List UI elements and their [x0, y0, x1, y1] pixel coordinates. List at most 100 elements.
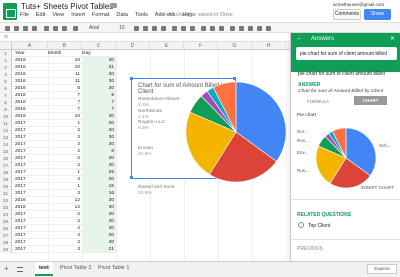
table-cell[interactable]: 2017 [12, 190, 48, 197]
table-cell[interactable]: 30 [82, 225, 116, 232]
column-header-g[interactable]: G [218, 42, 252, 50]
account-email[interactable]: acmetheuser@gmail.com [333, 2, 384, 7]
sheet-tab-pivot-1[interactable]: Pivot Table 1 [94, 262, 133, 276]
row-header[interactable]: 19 [0, 176, 12, 183]
font-size-select[interactable]: 10 [119, 25, 125, 31]
table-cell[interactable]: 21 [82, 246, 116, 253]
chart-tab[interactable]: CHART [354, 96, 387, 105]
table-cell[interactable]: 1 [48, 183, 82, 190]
menu-insert[interactable]: Insert [71, 12, 85, 18]
table-cell[interactable]: 30 [82, 113, 116, 120]
functions-icon[interactable] [266, 26, 271, 31]
table-cell[interactable]: 7 [48, 92, 82, 99]
row-header[interactable]: 14 [0, 141, 12, 148]
table-cell[interactable]: 30 [82, 120, 116, 127]
table-cell[interactable]: 1 [48, 120, 82, 127]
table-cell[interactable]: 2 [48, 211, 82, 218]
row-header[interactable]: 1 [0, 50, 12, 57]
table-cell[interactable]: 2 [48, 162, 82, 169]
explore-button[interactable]: Explore [367, 264, 397, 274]
table-cell[interactable]: 2016 [12, 106, 48, 113]
row-header[interactable]: 7 [0, 92, 12, 99]
sheet-tab-pivot-2[interactable]: Pivot Table 2 [56, 262, 95, 276]
table-cell[interactable]: 2017 [12, 232, 48, 239]
align-icon[interactable] [201, 26, 206, 31]
column-header-h[interactable]: H [252, 42, 286, 50]
table-cell[interactable]: 2017 [12, 211, 48, 218]
decimal-icon[interactable] [62, 26, 67, 31]
column-header-d[interactable]: D [116, 42, 150, 50]
italic-icon[interactable] [143, 26, 148, 31]
table-cell[interactable]: 10 [48, 64, 82, 71]
number-format-icon[interactable] [73, 26, 78, 31]
table-cell[interactable]: 2017 [12, 183, 48, 190]
previous-button[interactable]: PREVIOUS [297, 246, 323, 252]
table-cell[interactable]: 30 [82, 134, 116, 141]
bold-icon[interactable] [134, 26, 139, 31]
table-cell[interactable]: 3 [48, 190, 82, 197]
table-cell[interactable]: 2017 [12, 169, 48, 176]
table-cell[interactable]: 30 [82, 211, 116, 218]
row-header[interactable]: 8 [0, 99, 12, 106]
all-sheets-icon[interactable] [17, 267, 23, 272]
row-header[interactable]: 10 [0, 113, 12, 120]
row-header[interactable]: 26 [0, 225, 12, 232]
table-cell[interactable]: 2016 [12, 99, 48, 106]
table-cell[interactable]: 30 [82, 176, 116, 183]
table-cell[interactable]: 2016 [12, 197, 48, 204]
undo-icon[interactable] [14, 26, 19, 31]
answers-query-input[interactable]: pie chart for sum of client amount bille… [296, 47, 397, 60]
resize-handle[interactable] [130, 77, 133, 80]
sheet-tab-test[interactable]: test [35, 262, 53, 276]
table-cell[interactable]: 2016 [12, 64, 48, 71]
table-cell[interactable]: 30 [82, 239, 116, 246]
add-sheet-icon[interactable]: + [4, 265, 9, 273]
text-color-icon[interactable] [161, 26, 166, 31]
menu-view[interactable]: View [52, 12, 64, 18]
table-cell[interactable]: 1 [48, 169, 82, 176]
header-cell[interactable]: Month [48, 50, 82, 57]
table-cell[interactable]: 7 [48, 106, 82, 113]
sheets-logo-icon[interactable] [3, 3, 17, 20]
close-icon[interactable]: ✕ [390, 35, 395, 42]
formula-bar[interactable]: fx [0, 33, 290, 42]
table-cell[interactable]: 16 [82, 183, 116, 190]
table-cell[interactable]: 30 [82, 85, 116, 92]
table-cell[interactable]: 11 [48, 71, 82, 78]
row-header[interactable]: 13 [0, 134, 12, 141]
strikethrough-icon[interactable] [152, 26, 157, 31]
table-cell[interactable]: 30 [82, 155, 116, 162]
column-header-f[interactable]: F [184, 42, 218, 50]
table-cell[interactable]: 2017 [12, 176, 48, 183]
select-all-corner[interactable] [0, 42, 12, 50]
table-cell[interactable]: 2017 [12, 148, 48, 155]
table-cell[interactable]: 30 [82, 197, 116, 204]
comments-button[interactable]: Comments [333, 9, 361, 20]
table-cell[interactable]: 2017 [12, 225, 48, 232]
folder-icon[interactable] [110, 3, 117, 8]
table-cell[interactable]: 7 [48, 99, 82, 106]
row-header[interactable]: 23 [0, 204, 12, 211]
table-cell[interactable]: 2017 [12, 239, 48, 246]
link-icon[interactable] [230, 26, 235, 31]
menu-tools[interactable]: Tools [135, 12, 148, 18]
fill-color-icon[interactable] [172, 26, 177, 31]
table-cell[interactable]: 2 [48, 225, 82, 232]
menu-edit[interactable]: Edit [36, 12, 45, 18]
row-header[interactable]: 4 [0, 71, 12, 78]
table-cell[interactable]: 2017 [12, 134, 48, 141]
table-cell[interactable]: 2 [48, 239, 82, 246]
table-cell[interactable]: 30 [82, 141, 116, 148]
table-cell[interactable]: 2016 [12, 57, 48, 64]
row-header[interactable]: 15 [0, 148, 12, 155]
table-cell[interactable]: 2017 [12, 155, 48, 162]
table-cell[interactable]: 31 [82, 64, 116, 71]
table-cell[interactable]: 2017 [12, 120, 48, 127]
table-cell[interactable]: 2017 [12, 246, 48, 253]
table-cell[interactable]: 10 [48, 57, 82, 64]
column-header-e[interactable]: E [150, 42, 184, 50]
table-cell[interactable]: 30 [82, 57, 116, 64]
row-header[interactable]: 12 [0, 127, 12, 134]
table-cell[interactable]: 2 [48, 127, 82, 134]
row-header[interactable]: 17 [0, 162, 12, 169]
